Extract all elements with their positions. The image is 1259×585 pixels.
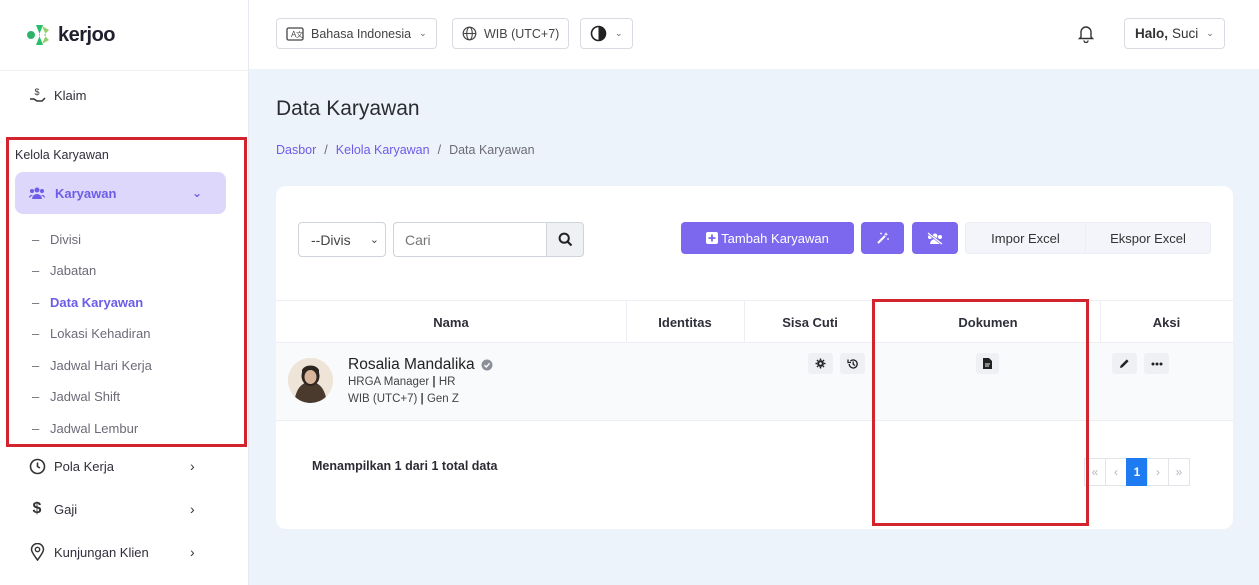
timezone-label: WIB (UTC+7) [484,26,560,41]
sidebar-item-gaji[interactable]: $ Gaji [28,500,78,518]
column-header-sisa-cuti[interactable]: Sisa Cuti [744,301,876,344]
divider [0,70,249,71]
avatar[interactable] [288,358,333,403]
logo-mark-icon [26,22,52,48]
language-label: Bahasa Indonesia [311,26,412,41]
import-excel-button[interactable]: Impor Excel [965,222,1086,254]
verified-badge-icon [481,359,493,371]
dollar-icon: $ [32,500,42,517]
edit-button[interactable] [1112,353,1137,374]
page-button-current[interactable]: 1 [1126,458,1148,486]
sidebar-item-pola-kerja[interactable]: Pola Kerja [28,457,114,475]
svg-text:文: 文 [296,30,303,39]
column-header-aksi[interactable]: Aksi [1100,301,1233,344]
chevron-right-icon: › [190,544,195,560]
breadcrumb-separator: / [437,143,442,157]
logo[interactable]: kerjoo [26,22,116,48]
plus-square-icon [706,232,719,244]
sidebar-item-label: Pola Kerja [54,458,114,474]
theme-toggle[interactable]: ⌄ [580,18,633,49]
add-employee-label: Tambah Karyawan [721,230,829,246]
export-excel-button[interactable]: Ekspor Excel [1085,222,1211,254]
hide-users-button[interactable] [912,222,958,254]
breadcrumb-current: Data Karyawan [449,143,535,157]
clock-icon [28,457,46,475]
pencil-icon [1119,358,1130,369]
employee-division: HR [438,376,456,388]
translate-icon: A文 [286,26,304,41]
employee-name-wrap: Rosalia Mandalika [348,356,493,374]
column-header-identitas[interactable]: Identitas [626,301,744,344]
chevron-down-icon: ⌄ [369,234,379,246]
ellipsis-icon [1151,362,1163,366]
breadcrumb-separator: / [324,143,328,157]
more-options-button[interactable] [1144,353,1169,374]
svg-text:$: $ [34,87,39,97]
breadcrumb: Dasbor / Kelola Karyawan / Data Karyawan [276,143,535,157]
greeting: Halo, [1135,26,1169,41]
division-filter-value: --Divis [311,231,351,248]
employee-card: --Divis ⌄ Tambah Karyawan Impor Excel Ek… [276,186,1233,529]
hand-money-icon: $ [28,86,46,104]
search-icon [558,232,573,247]
language-selector[interactable]: A文 Bahasa Indonesia ⌄ [276,18,437,49]
user-menu[interactable]: Halo, Suci ⌄ [1124,18,1225,49]
search-button[interactable] [546,222,584,257]
pagination: « ‹ 1 › » [1084,458,1190,486]
chevron-right-icon: › [190,458,195,474]
previous-page-button[interactable]: ‹ [1105,458,1127,486]
user-name: Suci [1172,26,1199,41]
add-employee-button[interactable]: Tambah Karyawan [681,222,854,254]
magic-wand-icon [876,231,890,245]
division-filter[interactable]: --Divis ⌄ [298,222,386,257]
bell-icon[interactable] [1077,24,1095,48]
gear-icon [815,358,826,369]
pagination-summary: Menampilkan 1 dari 1 total data [312,459,498,473]
table-row[interactable]: Rosalia Mandalika HRGA Manager | HR WIB … [276,343,1233,421]
magic-wand-button[interactable] [861,222,904,254]
breadcrumb-dasbor[interactable]: Dasbor [276,143,316,157]
sidebar-item-kunjungan-klien[interactable]: Kunjungan Klien [28,543,149,561]
leave-settings-button[interactable] [808,353,833,374]
employee-group: Gen Z [426,393,459,405]
highlight-box [872,299,1089,526]
employee-meta-line: WIB (UTC+7) | Gen Z [348,393,459,405]
breadcrumb-kelola-karyawan[interactable]: Kelola Karyawan [336,143,430,157]
employee-position-line: HRGA Manager | HR [348,376,455,388]
sidebar-item-label: Klaim [54,87,87,103]
sidebar-item-label: Gaji [54,501,78,517]
chevron-right-icon: › [190,501,195,517]
employee-timezone: WIB (UTC+7) [348,393,418,405]
globe-icon [462,26,477,41]
sidebar: kerjoo $ Klaim Kelola Karyawan Karyawan … [0,0,249,585]
employee-position: HRGA Manager [348,376,430,388]
employee-name[interactable]: Rosalia Mandalika [348,356,475,374]
chevron-down-icon: ⌄ [1206,28,1214,38]
topbar: A文 Bahasa Indonesia ⌄ WIB (UTC+7) ⌄ Halo… [249,0,1259,69]
users-slash-icon [926,231,944,245]
search-input[interactable] [393,222,547,257]
page-title: Data Karyawan [276,97,420,120]
sidebar-item-label: Kunjungan Klien [54,544,149,560]
next-page-button[interactable]: › [1147,458,1169,486]
column-header-nama[interactable]: Nama [276,301,626,344]
chevron-down-icon: ⌄ [615,28,623,38]
chevron-down-icon: ⌄ [419,28,427,38]
sidebar-item-klaim[interactable]: $ Klaim [28,86,87,104]
logo-text: kerjoo [58,23,116,46]
last-page-button[interactable]: » [1168,458,1190,486]
leave-history-button[interactable] [840,353,865,374]
contrast-icon [590,25,607,42]
history-icon [846,358,859,370]
table-header: Nama Identitas Sisa Cuti Dokumen Aksi [276,300,1233,343]
map-pin-icon [28,543,46,561]
highlight-box [6,137,247,447]
timezone-selector[interactable]: WIB (UTC+7) [452,18,570,49]
